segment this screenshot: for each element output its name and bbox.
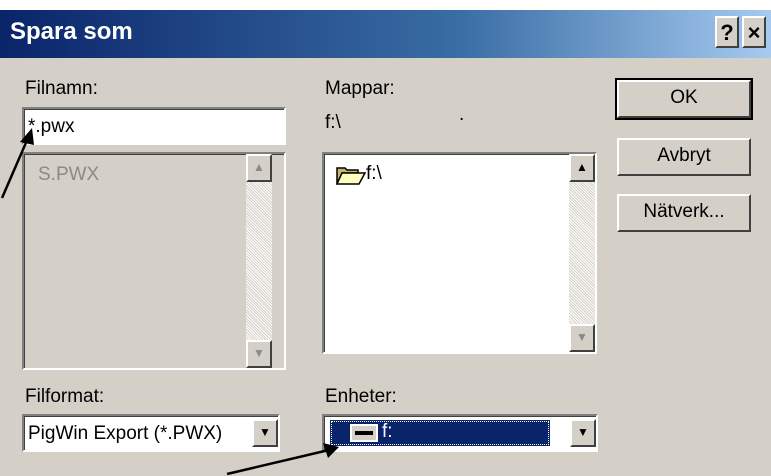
folder-tree-scrollbar[interactable]: ▲ ▼ (569, 154, 595, 352)
annotation-arrow-icon (226, 443, 339, 476)
scroll-up-button[interactable]: ▲ (569, 154, 595, 182)
file-format-value: PigWin Export (*.PWX) (28, 423, 223, 444)
ok-button[interactable]: OK (615, 78, 753, 120)
filename-input[interactable]: *.pwx (22, 107, 286, 145)
cancel-button[interactable]: Avbryt (617, 138, 751, 176)
drives-label: Enheter: (325, 386, 397, 407)
file-list[interactable]: S.PWX ▲ ▼ (22, 152, 286, 370)
scroll-down-button[interactable]: ▼ (246, 340, 272, 368)
tree-item-label: f:\ (366, 163, 382, 184)
window-title: Spara som (10, 18, 133, 45)
file-list-scrollbar[interactable]: ▲ ▼ (246, 154, 272, 368)
path-dot: . (459, 104, 465, 125)
scroll-up-button[interactable]: ▲ (246, 154, 272, 182)
annotation-arrow-icon (0, 128, 34, 199)
file-format-label: Filformat: (25, 386, 105, 407)
title-bar: Spara som ? × (0, 10, 771, 58)
chevron-down-icon[interactable]: ▼ (570, 419, 596, 447)
filename-label: Filnamn: (25, 78, 98, 99)
help-button[interactable]: ? (715, 16, 739, 48)
close-button[interactable]: × (742, 16, 766, 48)
open-folder-icon (336, 167, 366, 185)
drive-value: f: (382, 421, 393, 442)
network-button[interactable]: Nätverk... (617, 194, 751, 232)
folder-tree[interactable]: f:\ ▲ ▼ (322, 152, 597, 354)
folders-label: Mappar: (325, 78, 395, 99)
current-path: f:\ (325, 112, 341, 133)
scroll-down-button[interactable]: ▼ (569, 324, 595, 352)
